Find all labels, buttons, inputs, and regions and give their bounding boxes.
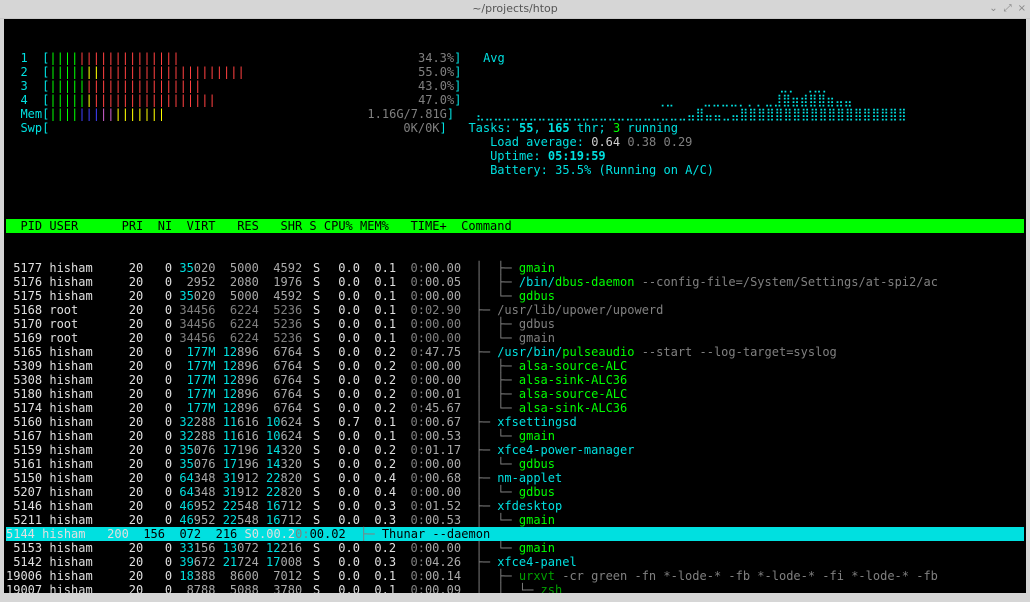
titlebar[interactable]: ~/projects/htop ⌄ ⤢ × (0, 0, 1030, 19)
process-row[interactable]: 5180 hisham 200 177M128966764 S0.00.20:0… (6, 387, 1024, 401)
process-row-selected[interactable]: 5144 hisham 200331561307212216 S0.00.20:… (6, 527, 1024, 541)
column-header[interactable]: PID USER PRI NI VIRT RES SHR S CPU% MEM%… (6, 219, 1024, 233)
close-icon[interactable]: × (1018, 2, 1026, 16)
cpu-bar-4: 4 [||||||||||||||||||||||| 47.0%] ⢀⣀ ⣀⣀⣀… (6, 93, 1024, 107)
uptime: Uptime: 05:19:59 (6, 149, 1024, 163)
loadavg: Load average: 0.64 0.38 0.29 (6, 135, 1024, 149)
iconify-icon[interactable]: ⌄ (989, 2, 997, 16)
process-row[interactable]: 5211 hisham 200469522254816712 S0.00.30:… (6, 513, 1024, 527)
window-root: ~/projects/htop ⌄ ⤢ × 1 [|||||||||||||||… (0, 0, 1030, 602)
process-row[interactable]: 5161 hisham 200350761719614320 S0.00.20:… (6, 457, 1024, 471)
cpu-bar-3: 3 [||||||||||||||||||||| 43.0%] ⣀⡀ ⢀⣀⡀ (6, 79, 1024, 93)
battery: Battery: 35.5% (Running on A/C) (6, 163, 1024, 177)
process-row[interactable]: 5153 hisham 200331561307212216 S0.00.20:… (6, 541, 1024, 555)
process-row[interactable]: 5308 hisham 200 177M128966764 S0.00.20:0… (6, 373, 1024, 387)
process-row[interactable]: 19007 hisham 200878850883780 S0.00.10:00… (6, 583, 1024, 593)
process-row[interactable]: 5142 hisham 200396722172417008 S0.00.30:… (6, 555, 1024, 569)
cpu-bar-1: 1 [|||||||||||||||||| 34.3%] Avg (6, 51, 1024, 65)
process-row[interactable]: 5170 root 2003445662245236 S0.00.10:00.0… (6, 317, 1024, 331)
process-row[interactable]: 5169 root 2003445662245236 S0.00.10:00.0… (6, 331, 1024, 345)
cpu-bar-2: 2 [||||||||||||||||||||||||||| 55.0%] (6, 65, 1024, 79)
process-row[interactable]: 5168 root 2003445662245236 S0.00.10:02.9… (6, 303, 1024, 317)
process-row[interactable]: 5146 hisham 200469522254816712 S0.00.30:… (6, 499, 1024, 513)
process-row[interactable]: 5165 hisham 200 177M128966764 S0.00.20:4… (6, 345, 1024, 359)
process-row[interactable]: 5207 hisham 200643483191222820 S0.00.40:… (6, 485, 1024, 499)
mem-bar: Mem[|||||||||||||||| 1.16G/7.81G] ⣄⣀⣀⣀⣀⣀… (6, 107, 1024, 121)
process-row[interactable]: 5177 hisham 2003502050004592 S0.00.10:00… (6, 261, 1024, 275)
process-row[interactable]: 5174 hisham 200 177M128966764 S0.00.20:4… (6, 401, 1024, 415)
process-row[interactable]: 5176 hisham 200295220801976 S0.00.10:00.… (6, 275, 1024, 289)
terminal[interactable]: 1 [|||||||||||||||||| 34.3%] Avg 2 [||||… (4, 19, 1026, 593)
maximize-icon[interactable]: ⤢ (1004, 2, 1012, 16)
process-row[interactable]: 5167 hisham 200322881161610624 S0.00.10:… (6, 429, 1024, 443)
process-row[interactable]: 5159 hisham 200350761719614320 S0.00.20:… (6, 443, 1024, 457)
process-row[interactable]: 5150 hisham 200643483191222820 S0.00.40:… (6, 471, 1024, 485)
process-row[interactable]: 19006 hisham 2001838886007012 S0.00.10:0… (6, 569, 1024, 583)
process-row[interactable]: 5160 hisham 200322881161610624 S0.70.10:… (6, 415, 1024, 429)
process-row[interactable]: 5175 hisham 2003502050004592 S0.00.10:00… (6, 289, 1024, 303)
process-row[interactable]: 5309 hisham 200 177M128966764 S0.00.20:0… (6, 359, 1024, 373)
swp-bar: Swp[ 0K/0K] Tasks: 55, 165 thr; 3 runnin… (6, 121, 1024, 135)
window-title: ~/projects/htop (472, 2, 558, 16)
